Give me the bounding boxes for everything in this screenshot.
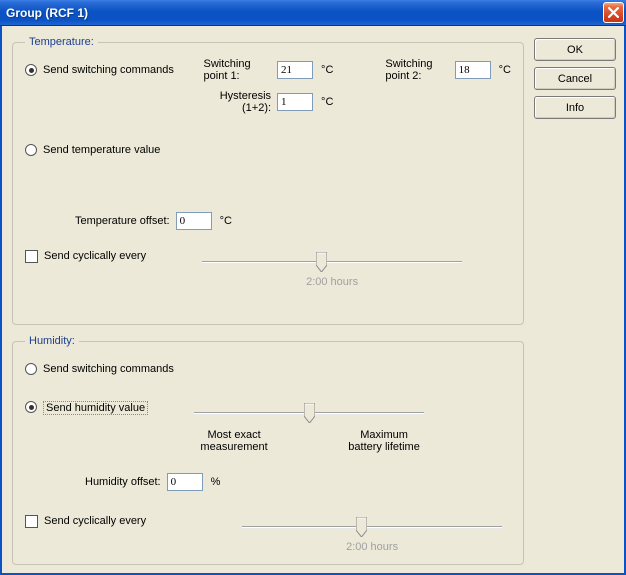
- temp-cyclic-checkbox[interactable]: [25, 250, 38, 263]
- hum-offset-label: Humidity offset:: [85, 476, 161, 488]
- humidity-radio-value-label: Send humidity value: [43, 401, 148, 415]
- slider-thumb[interactable]: [304, 403, 315, 423]
- humidity-quality-slider[interactable]: [194, 401, 424, 425]
- humidity-legend: Humidity:: [25, 335, 79, 347]
- temp-offset-label: Temperature offset:: [75, 215, 170, 227]
- slider-thumb[interactable]: [356, 517, 367, 537]
- info-button[interactable]: Info: [534, 96, 616, 119]
- slider-track: [202, 261, 462, 264]
- hum-cyclic-caption: 2:00 hours: [242, 541, 502, 553]
- sp1-unit: °C: [321, 64, 333, 76]
- sp1-label: Switching point 1:: [204, 58, 272, 82]
- temp-cyclic-label: Send cyclically every: [44, 250, 146, 262]
- temperature-group: Temperature: Send switching commands Swi…: [12, 36, 524, 325]
- hyst-input[interactable]: [277, 93, 313, 111]
- button-column: OK Cancel Info: [534, 36, 616, 565]
- sp1-input[interactable]: [277, 61, 313, 79]
- temp-offset-unit: °C: [220, 215, 232, 227]
- titlebar[interactable]: Group (RCF 1): [0, 0, 626, 26]
- humidity-slider-left-label: Most exact measurement: [194, 429, 274, 453]
- humidity-radio-value[interactable]: [25, 401, 37, 413]
- temp-offset-input[interactable]: [176, 212, 212, 230]
- temperature-radio-switching-label: Send switching commands: [43, 64, 174, 76]
- hum-cyclic-checkbox[interactable]: [25, 515, 38, 528]
- hum-offset-input[interactable]: [167, 473, 203, 491]
- hum-offset-unit: %: [211, 476, 221, 488]
- sp2-label: Switching point 2:: [385, 58, 448, 82]
- humidity-slider-right-label: Maximum battery lifetime: [344, 429, 424, 453]
- hum-cyclic-slider[interactable]: [242, 515, 502, 539]
- slider-track: [242, 526, 502, 529]
- temperature-radio-value-label: Send temperature value: [43, 144, 160, 156]
- hyst-unit: °C: [321, 96, 333, 108]
- close-button[interactable]: [603, 2, 624, 23]
- temp-cyclic-slider[interactable]: [202, 250, 462, 274]
- humidity-group: Humidity: Send switching commands Send h…: [12, 335, 524, 565]
- hum-cyclic-label: Send cyclically every: [44, 515, 146, 527]
- humidity-radio-switching[interactable]: [25, 363, 37, 375]
- hyst-label: Hysteresis (1+2):: [204, 90, 272, 114]
- cancel-button[interactable]: Cancel: [534, 67, 616, 90]
- sp2-unit: °C: [499, 64, 511, 76]
- sp2-input[interactable]: [455, 61, 491, 79]
- humidity-slider-labels: Most exact measurement Maximum battery l…: [194, 429, 424, 453]
- ok-button[interactable]: OK: [534, 38, 616, 61]
- slider-thumb[interactable]: [316, 252, 327, 272]
- temp-cyclic-caption: 2:00 hours: [202, 276, 462, 288]
- temperature-legend: Temperature:: [25, 36, 98, 48]
- close-icon: [608, 7, 619, 18]
- temperature-radio-value[interactable]: [25, 144, 37, 156]
- client-area: Temperature: Send switching commands Swi…: [0, 26, 626, 575]
- window-title: Group (RCF 1): [6, 6, 603, 20]
- humidity-radio-switching-label: Send switching commands: [43, 363, 174, 375]
- temperature-radio-switching[interactable]: [25, 64, 37, 76]
